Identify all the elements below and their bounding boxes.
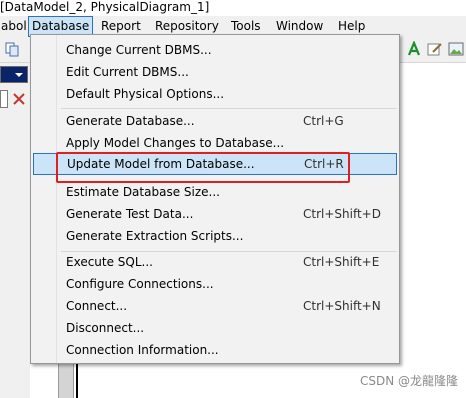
menu-item-connect[interactable]: Connect... Ctrl+Shift+N — [33, 295, 397, 317]
watermark: CSDN @龙龍隆隆 — [359, 374, 458, 388]
menu-symbol[interactable]: abol — [0, 16, 30, 37]
menu-item-shortcut: Ctrl+Shift+E — [303, 255, 380, 269]
menu-item-label: Execute SQL... — [66, 255, 153, 269]
menu-item-label: Generate Database... — [66, 114, 195, 128]
left-panel — [0, 63, 30, 398]
menu-separator — [61, 108, 397, 109]
filter-field[interactable] — [0, 90, 8, 108]
picture-icon[interactable] — [448, 41, 464, 57]
object-selector[interactable] — [0, 66, 28, 83]
menu-item-apply-model-changes[interactable]: Apply Model Changes to Database... — [33, 132, 397, 154]
window-title: [DataModel_2, PhysicalDiagram_1] — [0, 0, 210, 14]
menu-item-change-current-dbms[interactable]: Change Current DBMS... — [33, 39, 397, 61]
chevron-down-icon — [15, 73, 23, 77]
menu-item-label: Disconnect... — [66, 321, 145, 335]
menu-item-shortcut: Ctrl+Shift+D — [303, 207, 381, 221]
menu-item-shortcut: Ctrl+Shift+N — [303, 299, 381, 313]
menu-item-edit-current-dbms[interactable]: Edit Current DBMS... — [33, 61, 397, 83]
menu-item-estimate-database-size[interactable]: Estimate Database Size... — [33, 181, 397, 203]
menu-item-label: Default Physical Options... — [66, 87, 225, 101]
menu-item-label: Generate Extraction Scripts... — [66, 229, 244, 243]
menu-item-default-physical-options[interactable]: Default Physical Options... — [33, 83, 397, 105]
menu-item-label: Estimate Database Size... — [66, 185, 220, 199]
menu-item-label: Connection Information... — [66, 343, 219, 357]
menu-item-label: Edit Current DBMS... — [66, 65, 189, 79]
copy-icon[interactable] — [4, 41, 20, 57]
menu-item-configure-connections[interactable]: Configure Connections... — [33, 273, 397, 295]
menu-item-generate-extraction-scripts[interactable]: Generate Extraction Scripts... — [33, 225, 397, 247]
annotation-highlight-box — [56, 152, 350, 183]
menu-item-label: Generate Test Data... — [66, 207, 194, 221]
menu-item-disconnect[interactable]: Disconnect... — [33, 317, 397, 339]
menu-item-shortcut: Ctrl+G — [303, 114, 344, 128]
text-a-icon[interactable] — [406, 41, 422, 57]
menu-item-execute-sql[interactable]: Execute SQL... Ctrl+Shift+E — [33, 251, 397, 273]
diagram-border — [76, 360, 78, 398]
menu-item-label: Apply Model Changes to Database... — [66, 136, 285, 150]
edit-icon[interactable] — [427, 41, 443, 57]
database-menu: Change Current DBMS... Edit Current DBMS… — [30, 34, 400, 364]
menu-item-label: Connect... — [66, 299, 128, 313]
menu-item-connection-information[interactable]: Connection Information... — [33, 339, 397, 361]
menu-item-generate-test-data[interactable]: Generate Test Data... Ctrl+Shift+D — [33, 203, 397, 225]
title-bar: [DataModel_2, PhysicalDiagram_1] — [0, 0, 466, 16]
menu-item-generate-database[interactable]: Generate Database... Ctrl+G — [33, 110, 397, 132]
menu-item-label: Configure Connections... — [66, 277, 214, 291]
menu-item-label: Change Current DBMS... — [66, 43, 212, 57]
filter-clear-icon[interactable] — [12, 92, 26, 106]
